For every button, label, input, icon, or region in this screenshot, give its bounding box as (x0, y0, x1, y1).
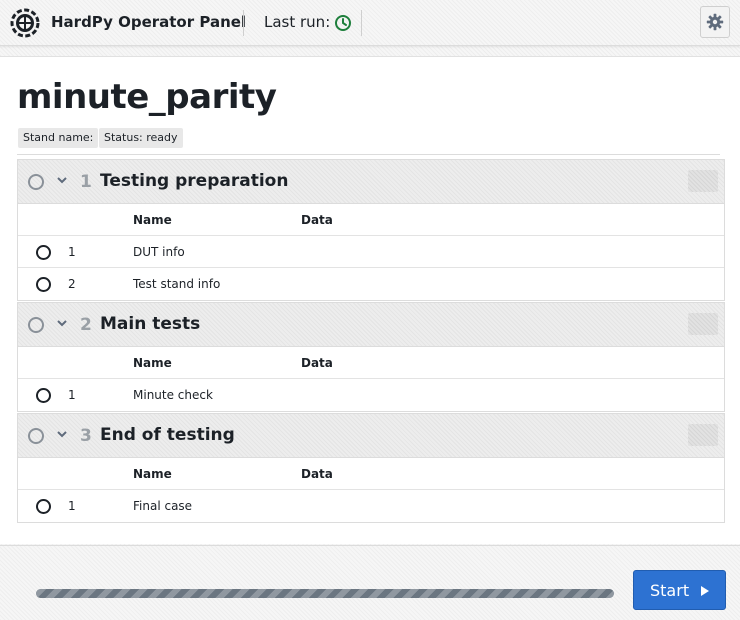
app-title: HardPy Operator Panel (51, 13, 247, 31)
case-status-icon (36, 245, 51, 260)
case-name: Test stand info (133, 277, 221, 291)
section-name: Main tests (100, 314, 201, 334)
data-column-header: Data (301, 467, 333, 481)
section-number: 1 (80, 172, 92, 192)
section-status-box (688, 313, 718, 335)
progress-fill (36, 589, 614, 598)
main-panel: minute_parity Stand name: Status: ready … (0, 56, 740, 544)
title-divider (17, 154, 720, 155)
chevron-down-icon[interactable] (55, 316, 69, 330)
chevron-down-icon[interactable] (55, 427, 69, 441)
case-number: 1 (68, 388, 76, 402)
case-number: 1 (68, 499, 76, 513)
section-status-icon (28, 428, 44, 444)
gear-icon (706, 13, 724, 31)
status-tag: Status: ready (99, 128, 183, 148)
page-title: minute_parity (17, 77, 277, 117)
test-case-row: 2 Test stand info (18, 268, 724, 300)
settings-button[interactable] (700, 6, 730, 38)
case-name: DUT info (133, 245, 185, 259)
column-header-row: Name Data (18, 204, 724, 236)
case-status-icon (36, 277, 51, 292)
start-button[interactable]: Start (633, 570, 726, 610)
section-header[interactable]: 2 Main tests (18, 303, 724, 347)
section-number: 3 (80, 426, 92, 446)
footer: Start (0, 545, 740, 620)
stand-name-tag: Stand name: (18, 128, 99, 148)
test-case-row: 1 Minute check (18, 379, 724, 411)
hardpy-logo-icon (10, 8, 40, 38)
start-button-label: Start (650, 581, 690, 600)
column-header-row: Name Data (18, 458, 724, 490)
navbar: HardPy Operator Panel Last run: (0, 0, 740, 46)
case-status-icon (36, 388, 51, 403)
section-number: 2 (80, 315, 92, 335)
data-column-header: Data (301, 213, 333, 227)
progress-bar (36, 589, 614, 598)
section-status-icon (28, 174, 44, 190)
navbar-divider (243, 10, 244, 36)
test-section: 2 Main tests Name Data 1 Minute check (17, 302, 725, 412)
test-case-row: 1 Final case (18, 490, 724, 522)
case-number: 1 (68, 245, 76, 259)
column-header-row: Name Data (18, 347, 724, 379)
test-section: 3 End of testing Name Data 1 Final case (17, 413, 725, 523)
play-icon (701, 586, 709, 596)
section-status-box (688, 170, 718, 192)
section-name: Testing preparation (100, 171, 289, 191)
case-number: 2 (68, 277, 76, 291)
case-status-icon (36, 499, 51, 514)
name-column-header: Name (133, 356, 172, 370)
case-name: Minute check (133, 388, 213, 402)
section-status-box (688, 424, 718, 446)
clock-icon (335, 15, 351, 31)
test-section: 1 Testing preparation Name Data 1 DUT in… (17, 159, 725, 301)
name-column-header: Name (133, 213, 172, 227)
last-run-label: Last run: (264, 13, 331, 31)
data-column-header: Data (301, 356, 333, 370)
case-name: Final case (133, 499, 193, 513)
section-header[interactable]: 3 End of testing (18, 414, 724, 458)
section-name: End of testing (100, 425, 235, 445)
name-column-header: Name (133, 467, 172, 481)
section-status-icon (28, 317, 44, 333)
section-header[interactable]: 1 Testing preparation (18, 160, 724, 204)
test-case-row: 1 DUT info (18, 236, 724, 268)
chevron-down-icon[interactable] (55, 173, 69, 187)
navbar-divider (361, 10, 362, 36)
